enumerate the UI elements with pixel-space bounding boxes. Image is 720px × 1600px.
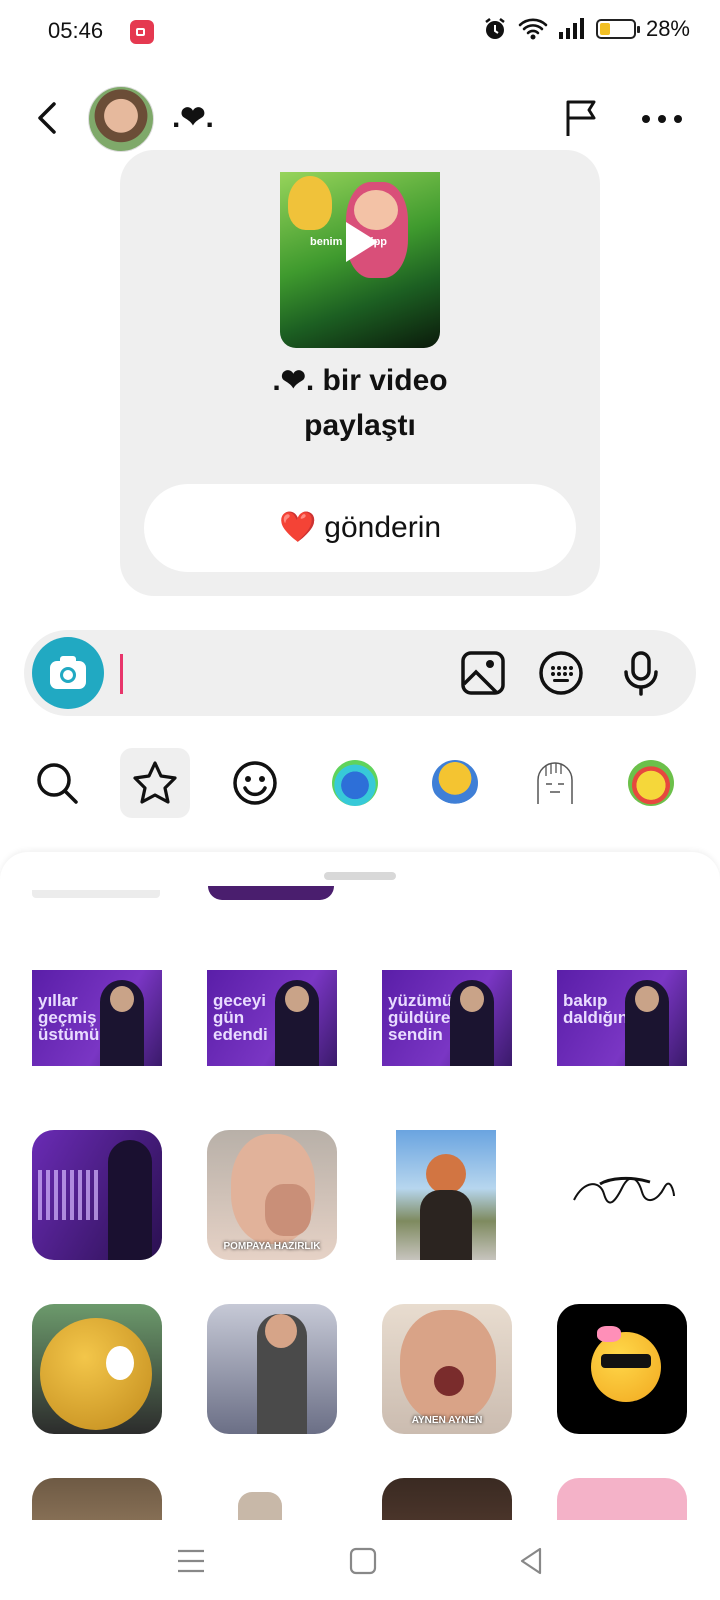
tab-sticker-pack-2[interactable] <box>420 748 490 818</box>
sticker-text: geceyi gün edendi <box>213 991 268 1044</box>
sticker-item[interactable] <box>238 1492 282 1520</box>
sticker-item[interactable]: geceyi gün edendi <box>207 970 337 1066</box>
share-text: .❤. bir video paylaştı <box>120 358 600 448</box>
status-time: 05:46 <box>48 18 104 43</box>
winking-emoji <box>40 1318 152 1430</box>
hand <box>265 1184 311 1236</box>
cartoon-character <box>288 176 332 230</box>
status-bar: 05:46 28% <box>0 0 720 64</box>
sticker-item[interactable] <box>207 1304 337 1434</box>
sticker-item[interactable] <box>382 1478 512 1520</box>
chat-header: .❤. <box>0 80 720 160</box>
status-icons: 28% <box>482 16 690 42</box>
tab-sticker-pack-1[interactable] <box>320 748 390 818</box>
tab-favorites[interactable] <box>120 748 190 818</box>
send-heart-button[interactable]: ❤️ gönderin <box>144 484 576 572</box>
sticker-item[interactable] <box>557 1304 687 1434</box>
sticker-item[interactable]: bakıp daldığın <box>557 970 687 1066</box>
sticker-item[interactable] <box>396 1130 496 1260</box>
back-arrow-icon[interactable] <box>28 98 68 138</box>
system-nav-bar <box>0 1520 720 1600</box>
gallery-icon[interactable] <box>460 650 506 696</box>
tab-emoji[interactable] <box>220 748 290 818</box>
sticker-item[interactable] <box>570 1170 680 1220</box>
camera-icon <box>50 656 86 689</box>
sticker-panel: yıllar geçmiş üstümü geceyi gün edendi y… <box>0 852 720 1520</box>
sticker-text: bakıp daldığın <box>563 991 629 1027</box>
sticker-item[interactable] <box>557 1478 687 1520</box>
microphone-icon[interactable] <box>618 650 664 696</box>
sticker-item[interactable] <box>32 1478 162 1520</box>
menu-nav-icon[interactable] <box>174 1544 208 1578</box>
sticker-item[interactable] <box>32 1130 162 1260</box>
back-nav-icon[interactable] <box>514 1544 548 1578</box>
avatar[interactable] <box>88 86 154 152</box>
sticker-item[interactable]: yıllar geçmiş üstümü <box>32 970 162 1066</box>
alarm-icon <box>485 18 505 39</box>
sticker-pack-icon <box>332 760 378 806</box>
share-text-label: .❤. bir video paylaştı <box>272 364 448 442</box>
neon-glow <box>38 1170 100 1220</box>
contact-name[interactable]: .❤. <box>172 100 214 135</box>
smiley-icon <box>233 761 277 805</box>
tab-sticker-pack-3[interactable] <box>520 748 590 818</box>
sticker-item[interactable] <box>208 886 334 900</box>
sticker-pack-icon <box>628 760 674 806</box>
sketch-face-icon <box>537 762 573 804</box>
flag-icon[interactable] <box>562 98 602 138</box>
sticker-person <box>108 1140 152 1260</box>
heart-icon: ❤️ <box>278 511 317 544</box>
eye <box>106 1346 134 1380</box>
sticker-label: POMPAYA HAZIRLIK <box>223 1241 321 1252</box>
sticker-person <box>625 980 669 1066</box>
sticker-pack-icon <box>432 760 478 806</box>
signature-sticker-icon <box>573 1176 675 1204</box>
screen-record-icon <box>130 20 154 44</box>
bow-icon <box>597 1326 621 1342</box>
star-icon <box>133 761 177 804</box>
play-icon[interactable] <box>346 222 378 262</box>
sticker-person-head <box>265 1314 297 1348</box>
sticker-item[interactable]: AYNEN AYNEN <box>382 1304 512 1434</box>
sunglasses-icon <box>601 1354 651 1368</box>
camera-button[interactable] <box>32 637 104 709</box>
wifi-icon <box>518 18 548 40</box>
keyboard-emoji-icon[interactable] <box>538 650 584 696</box>
sticker-text: yüzümü güldüren sendin <box>388 991 461 1044</box>
sticker-person <box>275 980 319 1066</box>
shared-video-card[interactable]: benim ... shipp .❤. bir video paylaştı ❤… <box>120 150 600 596</box>
message-composer <box>24 630 696 716</box>
sticker-person-body <box>420 1190 472 1260</box>
sticker-item[interactable] <box>32 890 160 898</box>
tab-search[interactable] <box>22 748 92 818</box>
battery-percent: 28% <box>645 16 690 41</box>
sticker-item[interactable]: yüzümü güldüren sendin <box>382 970 512 1066</box>
search-icon <box>37 763 78 804</box>
battery-icon <box>595 19 640 39</box>
sticker-person <box>100 980 144 1066</box>
open-mouth <box>434 1366 464 1396</box>
drag-handle[interactable] <box>324 872 396 880</box>
tab-sticker-pack-4[interactable] <box>616 748 686 818</box>
video-thumbnail[interactable]: benim ... shipp <box>280 172 440 348</box>
sticker-person <box>426 1154 466 1194</box>
sticker-label: AYNEN AYNEN <box>411 1415 483 1426</box>
sticker-item[interactable] <box>32 1304 162 1434</box>
text-cursor <box>120 654 123 694</box>
signal-icon <box>558 18 584 39</box>
more-icon[interactable] <box>640 104 684 134</box>
sticker-person <box>450 980 494 1066</box>
message-input[interactable] <box>128 650 472 698</box>
sticker-item[interactable]: POMPAYA HAZIRLIK <box>207 1130 337 1260</box>
send-button-label: gönderin <box>324 511 442 544</box>
home-nav-icon[interactable] <box>346 1544 380 1578</box>
sticker-text: yıllar geçmiş üstümü <box>38 991 100 1044</box>
sticker-tabs <box>0 748 720 822</box>
